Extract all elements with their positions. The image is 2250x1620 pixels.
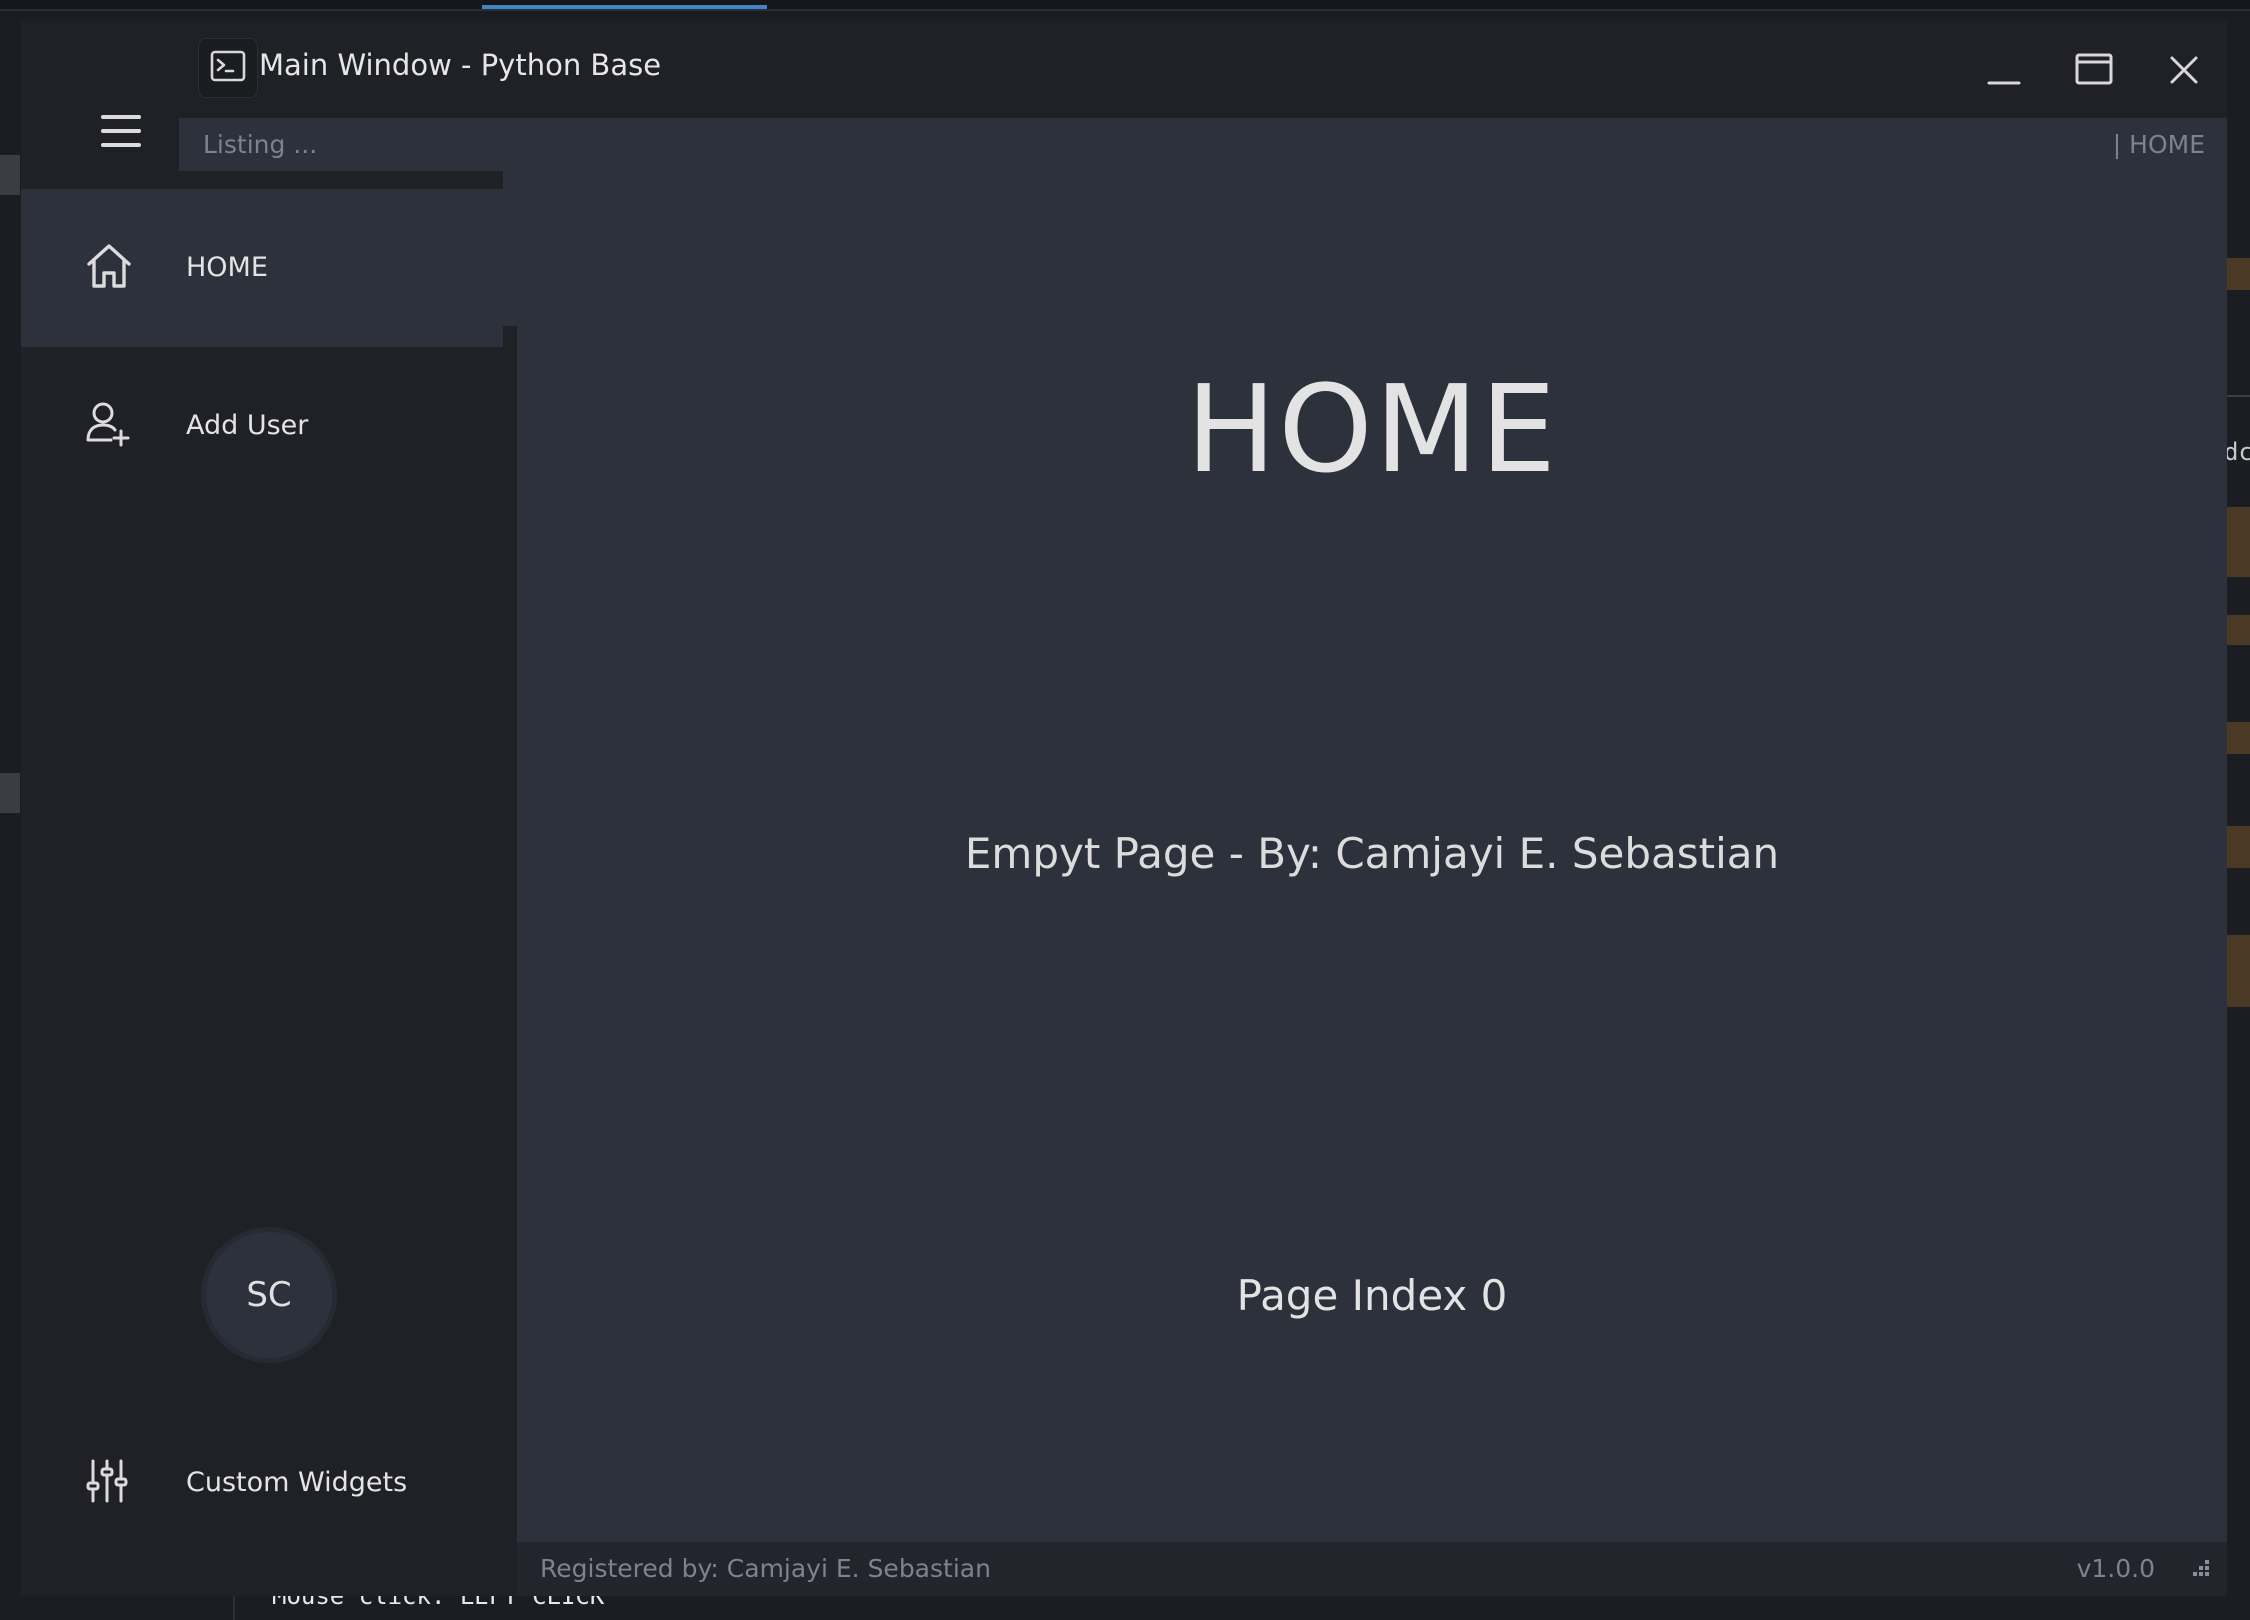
terminal-icon [198, 38, 258, 98]
sliders-icon [83, 1455, 135, 1507]
page-index-label: Page Index 0 [1236, 1271, 1508, 1320]
background-left-marker [0, 773, 20, 813]
menu-item-custom-widgets[interactable]: Custom Widgets [21, 1404, 503, 1562]
active-menu-connector [503, 171, 517, 326]
minimize-button[interactable] [1973, 41, 2035, 99]
add-user-icon [83, 398, 135, 450]
user-avatar[interactable]: SC [201, 1227, 337, 1363]
menu-item-label: HOME [186, 252, 268, 283]
app-window: HOME Add User SC Custom Widgets Main Win… [21, 21, 2227, 1596]
close-button[interactable] [2153, 41, 2215, 99]
page-subtitle: Empyt Page - By: Camjayi E. Sebastian [964, 829, 1780, 878]
menu-toggle-button[interactable] [61, 63, 181, 163]
content-area: HOME Empyt Page - By: Camjayi E. Sebasti… [517, 171, 2227, 1542]
breadcrumb: | HOME [2112, 130, 2205, 159]
background-terminal-divider [233, 1595, 235, 1620]
listing-text: Listing ... [203, 130, 318, 159]
background-right-highlight [2227, 722, 2250, 754]
left-menu: HOME Add User SC Custom Widgets [21, 21, 517, 1596]
menu-item-label: Add User [186, 410, 309, 441]
background-editor-tabbar [0, 0, 2250, 11]
maximize-button[interactable] [2063, 41, 2125, 99]
status-bar: Registered by: Camjayi E. Sebastian v1.0… [517, 1542, 2227, 1596]
background-right-highlight [2227, 826, 2250, 868]
top-info-bar: Listing ... | HOME [179, 118, 2227, 171]
background-code-fragment: dc [2224, 438, 2250, 466]
background-right-divider [2227, 395, 2250, 397]
menu-item-home[interactable]: HOME [21, 189, 503, 347]
version-label: v1.0.0 [2076, 1554, 2155, 1583]
menu-item-add-user[interactable]: Add User [21, 347, 503, 505]
resize-grip-icon[interactable] [2187, 1558, 2211, 1580]
credits-text: Registered by: Camjayi E. Sebastian [540, 1554, 991, 1583]
hamburger-icon [101, 115, 141, 151]
menu-item-label: Custom Widgets [186, 1467, 408, 1498]
minimize-icon [1987, 81, 2021, 85]
home-icon [83, 240, 135, 292]
window-title: Main Window - Python Base [259, 48, 662, 82]
background-right-highlight [2227, 935, 2250, 1007]
background-left-marker [0, 155, 20, 195]
maximize-icon [2075, 53, 2113, 85]
close-icon [2170, 56, 2198, 84]
background-right-highlight [2227, 507, 2250, 577]
background-active-tab-indicator [482, 5, 767, 9]
background-right-highlight [2227, 615, 2250, 645]
background-right-highlight [2227, 258, 2250, 290]
page-title: HOME [1185, 361, 1559, 500]
